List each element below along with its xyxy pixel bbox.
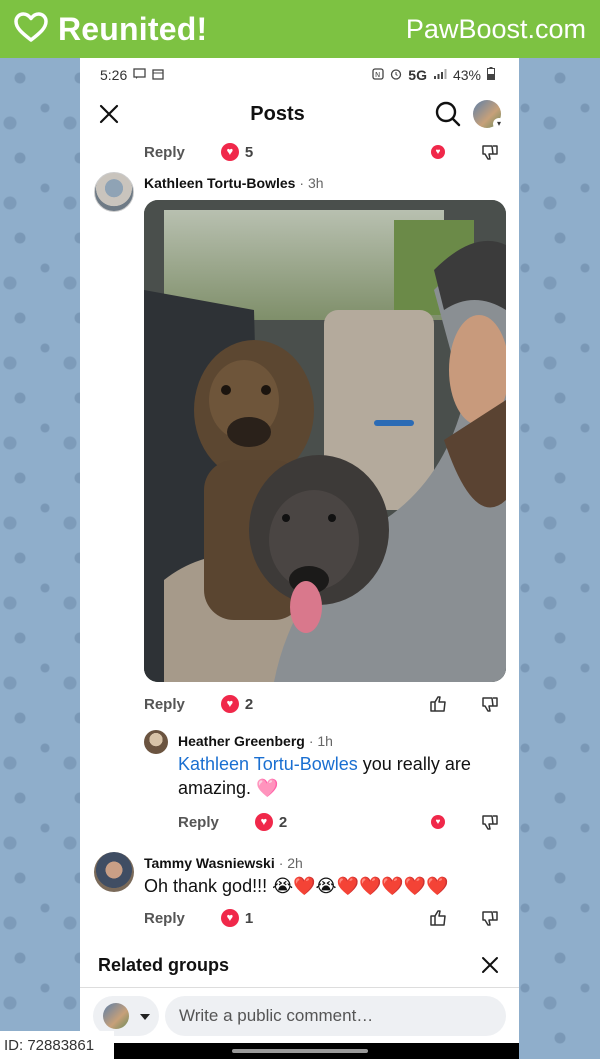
reaction-actions: ♥ (427, 141, 501, 163)
reply-button[interactable]: Reply (178, 814, 219, 831)
thumb-down-icon[interactable] (479, 141, 501, 163)
reaction-count: 2 (244, 695, 254, 713)
message-icon (133, 67, 146, 83)
comment-tammy: Tammy Wasniewski · 2h Oh thank god!!! 😭❤… (80, 852, 519, 898)
banner-title: Reunited! (58, 10, 208, 47)
author-name[interactable]: Kathleen Tortu-Bowles (144, 175, 295, 191)
page-title: Posts (250, 102, 305, 125)
brand-name: PawBoost.com (405, 13, 586, 44)
heart-icon[interactable]: ♥ (427, 141, 449, 163)
dogs-photo[interactable] (144, 200, 506, 682)
author-name[interactable]: Heather Greenberg (178, 733, 305, 749)
avatar[interactable] (94, 852, 134, 892)
svg-text:N: N (375, 71, 380, 79)
reaction-actions (427, 907, 501, 929)
thumb-down-icon[interactable] (479, 907, 501, 929)
comment-reply-row: Reply ♥ 2 ♥ (80, 806, 519, 838)
thumb-up-icon[interactable] (427, 907, 449, 929)
network-label: 5G (408, 67, 427, 83)
heart-icon: ♥ (220, 909, 239, 927)
signal-icon (433, 67, 447, 83)
comment-time: · 2h (278, 855, 303, 871)
related-groups-header: Related groups (80, 950, 519, 980)
app-header: Posts ▾ (80, 92, 519, 136)
comment-body: Heather Greenberg · 1h Kathleen Tortu-Bo… (178, 730, 519, 800)
status-right: N 5G 43% (372, 67, 495, 83)
reaction-count: 5 (244, 143, 254, 161)
comment-heather: Heather Greenberg · 1h Kathleen Tortu-Bo… (80, 730, 519, 800)
reaction-summary[interactable]: ♥ 2 (220, 695, 254, 713)
close-icon[interactable] (98, 103, 120, 125)
chevron-down-icon (139, 1007, 150, 1025)
nfc-icon: N (372, 67, 384, 83)
identity-switcher[interactable] (93, 995, 159, 1036)
status-bar: 5:26 N 5G 43% (80, 58, 519, 92)
reply-button[interactable]: Reply (144, 144, 185, 161)
avatar[interactable] (94, 172, 134, 212)
heart-icon: ♥ (220, 695, 239, 713)
mention-link[interactable]: Kathleen Tortu-Bowles (178, 754, 358, 774)
reunited-banner: Reunited! PawBoost.com (0, 0, 600, 58)
calendar-icon (152, 67, 164, 83)
phone-screen: 5:26 N 5G 43% Posts ▾ Reply ♥ 5 ♥ Kathle… (80, 58, 519, 1043)
banner-left: Reunited! (14, 11, 207, 48)
search-icon[interactable] (435, 101, 461, 127)
reaction-actions: ♥ (427, 811, 501, 833)
reaction-actions (427, 693, 501, 715)
comment-text: Kathleen Tortu-Bowles you really are ama… (178, 752, 505, 800)
related-groups-title: Related groups (98, 954, 230, 975)
reaction-count: 1 (244, 909, 254, 927)
heart-icon[interactable]: ♥ (427, 811, 449, 833)
author-line: Heather Greenberg · 1h (178, 730, 505, 752)
reaction-summary[interactable]: ♥ 2 (254, 813, 288, 831)
comment-reply-row: Reply ♥ 2 (80, 688, 519, 720)
comment-input[interactable]: Write a public comment… (165, 995, 506, 1036)
comment-reply-row: Reply ♥ 1 (80, 902, 519, 934)
thumb-down-icon[interactable] (479, 693, 501, 715)
alarm-icon (390, 67, 402, 83)
author-line: Tammy Wasniewski · 2h (144, 852, 505, 874)
battery-percent: 43% (452, 67, 481, 83)
comment-text: Oh thank god!!! 😭❤️😭❤️❤️❤️❤️❤️ (144, 876, 449, 896)
profile-avatar[interactable]: ▾ (473, 100, 505, 130)
navigation-bar (114, 1043, 519, 1059)
heart-icon: ♥ (254, 813, 273, 831)
comment-kathleen: Kathleen Tortu-Bowles · 3h (80, 172, 519, 682)
reaction-count: 2 (278, 813, 288, 831)
comment-time: · 3h (299, 175, 324, 191)
avatar[interactable] (144, 730, 168, 754)
thumb-down-icon[interactable] (479, 811, 501, 833)
comment-body: Kathleen Tortu-Bowles · 3h (144, 172, 519, 682)
author-name[interactable]: Tammy Wasniewski (144, 855, 275, 871)
home-indicator[interactable] (232, 1049, 368, 1053)
reaction-summary[interactable]: ♥ 5 (220, 143, 254, 161)
header-actions: ▾ (435, 100, 505, 130)
image-id-label: ID: 72883861 (0, 1031, 114, 1059)
comment-body: Tammy Wasniewski · 2h Oh thank god!!! 😭❤… (144, 852, 519, 898)
status-left: 5:26 (100, 67, 164, 83)
reaction-summary[interactable]: ♥ 1 (220, 909, 254, 927)
battery-icon (487, 67, 495, 83)
reply-button[interactable]: Reply (144, 910, 185, 927)
comment-composer: Write a public comment… (80, 987, 519, 1043)
heart-icon: ♥ (220, 143, 239, 161)
author-line: Kathleen Tortu-Bowles · 3h (144, 172, 506, 194)
avatar (102, 1002, 129, 1029)
comment-time: · 1h (308, 733, 333, 749)
post-reply-row: Reply ♥ 5 ♥ (80, 136, 519, 168)
reply-button[interactable]: Reply (144, 696, 185, 713)
thumb-up-icon[interactable] (427, 693, 449, 715)
close-icon[interactable] (479, 954, 501, 976)
status-time: 5:26 (100, 67, 128, 83)
heart-outline-icon (14, 11, 48, 47)
chevron-down-icon: ▾ (493, 118, 505, 130)
